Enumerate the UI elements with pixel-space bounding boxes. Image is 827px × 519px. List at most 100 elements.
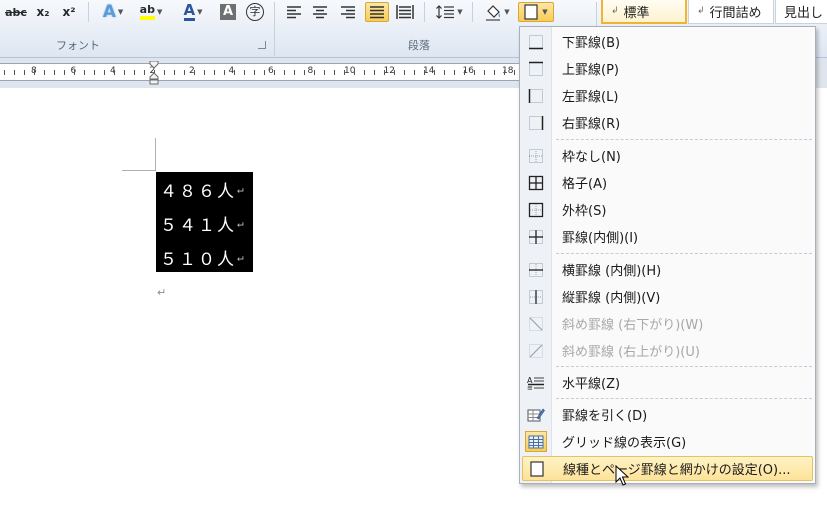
- ruler-tick: [364, 70, 365, 75]
- style-label: 見出し: [784, 5, 824, 21]
- ruler-tick: [34, 70, 35, 75]
- ruler-tick: [254, 70, 255, 75]
- ruler-tick: [14, 70, 15, 75]
- menu-item-label: 縦罫線 (内側)(V): [562, 291, 661, 306]
- mouse-cursor-icon: [615, 465, 629, 486]
- justify-button[interactable]: [365, 2, 389, 22]
- borders-button[interactable]: ▼: [518, 2, 554, 22]
- menu-item-label: 罫線(内側)(I): [562, 231, 639, 246]
- enclose-characters-button[interactable]: 字: [244, 2, 266, 22]
- ruler-number: 6: [268, 66, 274, 76]
- menu-item-horizontal-line[interactable]: A ≡ 水平線(Z): [522, 370, 813, 395]
- highlight-icon: ab: [139, 4, 155, 20]
- menu-item-no-border[interactable]: 枠なし(N): [522, 143, 813, 168]
- style-heading[interactable]: 見出し: [775, 0, 827, 24]
- divider: [88, 2, 89, 22]
- menu-item-view-gridlines[interactable]: グリッド線の表示(G): [522, 429, 813, 454]
- document-line[interactable]: ５１０人 ↵: [160, 244, 244, 270]
- style-label: 標準: [623, 5, 650, 21]
- borders-shading-icon: [523, 456, 551, 481]
- ruler-tick: [144, 70, 145, 75]
- menu-item-all-borders[interactable]: 格子(A): [522, 170, 813, 195]
- ruler-tick: [134, 70, 135, 75]
- ruler-tick: [374, 70, 375, 75]
- paragraph-mark-icon: ↲: [697, 6, 705, 16]
- menu-item-inside-horizontal-border[interactable]: 横罫線 (内側)(H): [522, 257, 813, 282]
- ruler-tick: [384, 70, 385, 75]
- ruler-tick: [124, 70, 125, 75]
- style-label: 行間詰め: [709, 5, 762, 21]
- menu-item-bottom-border[interactable]: 下罫線(B): [522, 29, 813, 54]
- document-line[interactable]: ４８６人 ↵: [160, 176, 244, 202]
- line-text: ５１０人: [160, 249, 236, 270]
- menu-item-label: 格子(A): [562, 177, 608, 192]
- ruler-tick: [174, 70, 175, 75]
- menu-item-borders-and-shading[interactable]: 線種とページ罫線と網かけの設定(O)...: [522, 456, 813, 481]
- left-border-icon: [522, 83, 550, 108]
- menu-item-diagonal-up-border[interactable]: 斜め罫線 (右上がり)(U): [522, 338, 813, 363]
- ruler-tick: [214, 70, 215, 75]
- inside-horizontal-border-icon: [522, 257, 550, 282]
- chevron-down-icon: ▼: [504, 8, 510, 16]
- align-right-button[interactable]: [337, 2, 359, 22]
- menu-item-label: 上罫線(P): [562, 63, 619, 78]
- crop-mark: [122, 170, 156, 171]
- menu-item-left-border[interactable]: 左罫線(L): [522, 83, 813, 108]
- ruler-tick: [344, 70, 345, 75]
- ruler-tick: [424, 70, 425, 75]
- ruler-tick: [474, 70, 475, 75]
- line-text: ５４１人: [160, 215, 236, 236]
- menu-item-draw-table[interactable]: 罫線を引く(D): [522, 402, 813, 427]
- ruler-tick: [104, 70, 105, 75]
- horizontal-ruler[interactable]: 864224681012141618: [0, 63, 520, 81]
- distributed-button[interactable]: [393, 2, 417, 22]
- menu-item-label: 左罫線(L): [562, 90, 619, 105]
- menu-item-label: 線種とページ罫線と網かけの設定(O)...: [563, 463, 791, 478]
- no-border-icon: [522, 143, 550, 168]
- strikethrough-button[interactable]: abc: [4, 2, 28, 22]
- draw-table-icon: [522, 402, 550, 427]
- style-no-spacing[interactable]: ↲ 行間詰め: [688, 0, 774, 24]
- ruler-tick: [264, 70, 265, 75]
- subscript-button[interactable]: x₂: [32, 2, 54, 22]
- menu-item-label: 斜め罫線 (右上がり)(U): [562, 345, 700, 360]
- ruler-tick: [54, 70, 55, 75]
- text-effect-button[interactable]: A ▼: [96, 2, 130, 22]
- ruler-tick: [294, 70, 295, 75]
- align-left-button[interactable]: [283, 2, 305, 22]
- inside-borders-icon: [522, 224, 550, 249]
- menu-item-top-border[interactable]: 上罫線(P): [522, 56, 813, 81]
- distributed-icon: [396, 5, 414, 19]
- return-mark-icon: ↵: [237, 182, 244, 196]
- menu-item-outside-borders[interactable]: 外枠(S): [522, 197, 813, 222]
- ruler-tick: [314, 70, 315, 75]
- ruler-tick: [334, 70, 335, 75]
- menu-item-right-border[interactable]: 右罫線(R): [522, 110, 813, 135]
- ruler-tick: [24, 70, 25, 75]
- diagonal-down-border-icon: [522, 311, 550, 336]
- menu-item-inside-borders[interactable]: 罫線(内側)(I): [522, 224, 813, 249]
- menu-item-diagonal-down-border[interactable]: 斜め罫線 (右下がり)(W): [522, 311, 813, 336]
- shading-button[interactable]: ▼: [480, 2, 514, 22]
- highlight-button[interactable]: ab ▼: [134, 2, 168, 22]
- align-right-icon: [341, 6, 355, 19]
- ruler-tick: [494, 70, 495, 75]
- document-line[interactable]: ５４１人 ↵: [160, 210, 244, 236]
- line-text: ４８６人: [160, 181, 236, 202]
- line-spacing-button[interactable]: ▼: [432, 2, 466, 22]
- superscript-button[interactable]: x²: [58, 2, 80, 22]
- menu-item-inside-vertical-border[interactable]: 縦罫線 (内側)(V): [522, 284, 813, 309]
- chevron-down-icon: ▼: [542, 8, 548, 16]
- character-shading-button[interactable]: A: [218, 2, 238, 22]
- align-center-button[interactable]: [309, 2, 331, 22]
- font-color-button[interactable]: A ▼: [176, 2, 210, 22]
- return-mark-icon: ↵: [237, 216, 244, 230]
- ruler-tick: [304, 70, 305, 75]
- ruler-tick: [64, 70, 65, 75]
- menu-item-label: 横罫線 (内側)(H): [562, 264, 662, 279]
- ruler-tick: [94, 70, 95, 75]
- horizontal-line-icon: A ≡: [522, 370, 550, 395]
- font-dialog-launcher[interactable]: [258, 41, 266, 49]
- style-normal[interactable]: ↲ 標準: [601, 0, 687, 24]
- indent-marker-icon[interactable]: [149, 61, 159, 85]
